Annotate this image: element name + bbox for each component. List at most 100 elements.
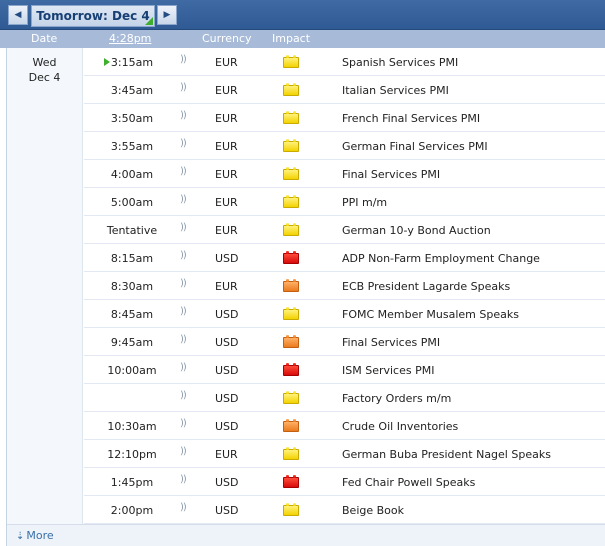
header-currency: Currency bbox=[202, 32, 252, 45]
event-row[interactable]: 9:45am)) USD Final Services PMI bbox=[84, 328, 605, 356]
sound-icon[interactable]: )) bbox=[180, 110, 187, 121]
impact-folder-icon[interactable] bbox=[283, 391, 299, 404]
event-time: 3:45am bbox=[110, 84, 154, 97]
sound-icon[interactable]: )) bbox=[180, 194, 187, 205]
event-row[interactable]: 3:15am)) EUR Spanish Services PMI bbox=[84, 48, 605, 76]
sound-icon[interactable]: )) bbox=[180, 446, 187, 457]
event-title[interactable]: ECB President Lagarde Speaks bbox=[342, 280, 510, 293]
event-time: Tentative bbox=[106, 224, 158, 237]
event-time: 4:00am bbox=[110, 168, 154, 181]
event-time: 3:50am bbox=[110, 112, 154, 125]
sound-icon[interactable]: )) bbox=[180, 502, 187, 513]
event-currency: USD bbox=[215, 420, 239, 433]
impact-folder-icon[interactable] bbox=[283, 195, 299, 208]
weekday-label: Wed bbox=[32, 56, 57, 69]
event-currency: EUR bbox=[215, 448, 238, 461]
event-row[interactable]: 1:45pm)) USD Fed Chair Powell Speaks bbox=[84, 468, 605, 496]
event-row[interactable]: 4:00am)) EUR Final Services PMI bbox=[84, 160, 605, 188]
sound-icon[interactable]: )) bbox=[180, 54, 187, 65]
event-title[interactable]: German 10-y Bond Auction bbox=[342, 224, 491, 237]
sound-icon[interactable]: )) bbox=[180, 306, 187, 317]
event-row[interactable]: 3:55am)) EUR German Final Services PMI bbox=[84, 132, 605, 160]
sound-icon[interactable]: )) bbox=[180, 278, 187, 289]
date-cell: Wed Dec 4 bbox=[7, 48, 83, 524]
event-currency: USD bbox=[215, 364, 239, 377]
impact-folder-icon[interactable] bbox=[283, 167, 299, 180]
download-arrow-icon: ⇣ bbox=[16, 531, 25, 542]
event-title[interactable]: Crude Oil Inventories bbox=[342, 420, 458, 433]
impact-folder-icon[interactable] bbox=[283, 279, 299, 292]
header-time-link[interactable]: 4:28pm bbox=[109, 32, 151, 45]
impact-folder-icon[interactable] bbox=[283, 335, 299, 348]
event-title[interactable]: Fed Chair Powell Speaks bbox=[342, 476, 475, 489]
event-time: 5:00am bbox=[110, 196, 154, 209]
event-title[interactable]: FOMC Member Musalem Speaks bbox=[342, 308, 519, 321]
impact-folder-icon[interactable] bbox=[283, 503, 299, 516]
event-time: 3:15am bbox=[84, 56, 180, 69]
impact-folder-icon[interactable] bbox=[283, 223, 299, 236]
event-row[interactable]: 8:30am)) EUR ECB President Lagarde Speaks bbox=[84, 272, 605, 300]
event-title[interactable]: Beige Book bbox=[342, 504, 404, 517]
sound-icon[interactable]: )) bbox=[180, 166, 187, 177]
calendar-nav-bar: ◀ Tomorrow: Dec 4 ▶ bbox=[0, 0, 605, 30]
event-currency: EUR bbox=[215, 84, 238, 97]
arrow-left-icon: ◀ bbox=[14, 10, 22, 20]
impact-folder-icon[interactable] bbox=[283, 307, 299, 320]
sound-icon[interactable]: )) bbox=[180, 390, 187, 401]
event-time: 10:00am bbox=[107, 364, 157, 377]
impact-folder-icon[interactable] bbox=[283, 251, 299, 264]
more-link[interactable]: ⇣ More bbox=[16, 529, 54, 542]
event-title[interactable]: Final Services PMI bbox=[342, 168, 440, 181]
event-currency: EUR bbox=[215, 280, 238, 293]
sound-icon[interactable]: )) bbox=[180, 138, 187, 149]
event-title[interactable]: German Buba President Nagel Speaks bbox=[342, 448, 551, 461]
date-label: Dec 4 bbox=[28, 71, 61, 84]
event-title[interactable]: Italian Services PMI bbox=[342, 84, 449, 97]
impact-folder-icon[interactable] bbox=[283, 83, 299, 96]
event-currency: USD bbox=[215, 336, 239, 349]
more-label: More bbox=[26, 529, 54, 542]
event-currency: USD bbox=[215, 252, 239, 265]
impact-folder-icon[interactable] bbox=[283, 139, 299, 152]
event-row[interactable]: 10:30am)) USD Crude Oil Inventories bbox=[84, 412, 605, 440]
sound-icon[interactable]: )) bbox=[180, 82, 187, 93]
day-tab[interactable]: Tomorrow: Dec 4 bbox=[31, 5, 155, 27]
sound-icon[interactable]: )) bbox=[180, 418, 187, 429]
sound-icon[interactable]: )) bbox=[180, 362, 187, 373]
previous-day-button[interactable]: ◀ bbox=[8, 5, 28, 25]
event-title[interactable]: ISM Services PMI bbox=[342, 364, 434, 377]
event-title[interactable]: Factory Orders m/m bbox=[342, 392, 451, 405]
sound-icon[interactable]: )) bbox=[180, 474, 187, 485]
day-tab-label: Tomorrow: Dec 4 bbox=[36, 9, 150, 23]
sound-icon[interactable]: )) bbox=[180, 222, 187, 233]
event-row[interactable]: 5:00am)) EUR PPI m/m bbox=[84, 188, 605, 216]
next-day-button[interactable]: ▶ bbox=[157, 5, 177, 25]
event-row[interactable]: )) USD Factory Orders m/m bbox=[84, 384, 605, 412]
event-row[interactable]: 8:15am)) USD ADP Non-Farm Employment Chang… bbox=[84, 244, 605, 272]
impact-folder-icon[interactable] bbox=[283, 447, 299, 460]
impact-folder-icon[interactable] bbox=[283, 55, 299, 68]
impact-folder-icon[interactable] bbox=[283, 363, 299, 376]
event-title[interactable]: PPI m/m bbox=[342, 196, 387, 209]
event-title[interactable]: Spanish Services PMI bbox=[342, 56, 458, 69]
event-row[interactable]: 8:45am)) USD FOMC Member Musalem Speaks bbox=[84, 300, 605, 328]
event-title[interactable]: German Final Services PMI bbox=[342, 140, 488, 153]
impact-folder-icon[interactable] bbox=[283, 475, 299, 488]
event-title[interactable]: ADP Non-Farm Employment Change bbox=[342, 252, 540, 265]
event-currency: EUR bbox=[215, 140, 238, 153]
left-edge bbox=[0, 30, 7, 546]
event-title[interactable]: Final Services PMI bbox=[342, 336, 440, 349]
sound-icon[interactable]: )) bbox=[180, 250, 187, 261]
event-title[interactable]: French Final Services PMI bbox=[342, 112, 480, 125]
impact-folder-icon[interactable] bbox=[283, 111, 299, 124]
impact-folder-icon[interactable] bbox=[283, 419, 299, 432]
event-row[interactable]: 2:00pm)) USD Beige Book bbox=[84, 496, 605, 524]
event-time: 2:00pm bbox=[110, 504, 154, 517]
event-time: 10:30am bbox=[107, 420, 157, 433]
event-row[interactable]: 3:45am)) EUR Italian Services PMI bbox=[84, 76, 605, 104]
sound-icon[interactable]: )) bbox=[180, 334, 187, 345]
event-row[interactable]: 10:00am)) USD ISM Services PMI bbox=[84, 356, 605, 384]
event-row[interactable]: Tentative)) EUR German 10-y Bond Auction bbox=[84, 216, 605, 244]
event-row[interactable]: 3:50am)) EUR French Final Services PMI bbox=[84, 104, 605, 132]
event-row[interactable]: 12:10pm)) EUR German Buba President Nagel … bbox=[84, 440, 605, 468]
